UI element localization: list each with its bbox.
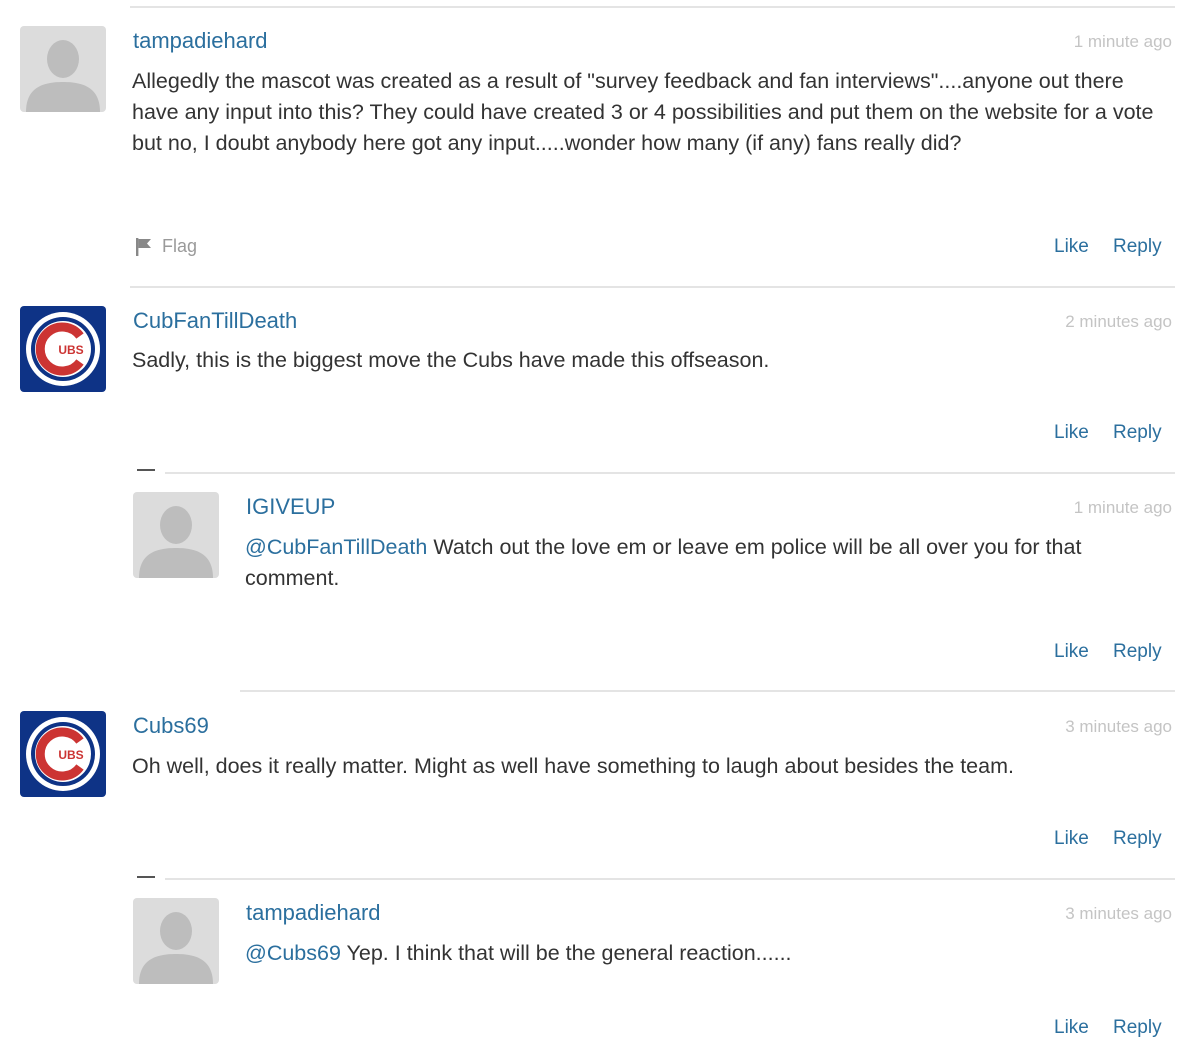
collapse-thread-button[interactable] xyxy=(137,469,155,471)
comment-username[interactable]: tampadiehard xyxy=(246,900,381,926)
comment-text: Oh well, does it really matter. Might as… xyxy=(132,754,1014,778)
comment-text: @Cubs69 Yep. I think that will be the ge… xyxy=(245,938,1160,969)
cubs-logo-icon: UBS xyxy=(20,306,106,392)
like-button[interactable]: Like xyxy=(1054,827,1089,851)
user-silhouette-icon xyxy=(133,492,219,578)
reply-button[interactable]: Reply xyxy=(1113,421,1162,445)
comment-text: Sadly, this is the biggest move the Cubs… xyxy=(132,348,770,372)
reply-button[interactable]: Reply xyxy=(1113,640,1162,664)
default-avatar[interactable] xyxy=(20,26,106,112)
comment-timestamp: 2 minutes ago xyxy=(1065,312,1172,331)
svg-text:UBS: UBS xyxy=(58,343,83,357)
comment-divider xyxy=(130,286,1175,288)
cubs-logo-icon: UBS xyxy=(20,711,106,797)
svg-text:UBS: UBS xyxy=(58,748,83,762)
mention-link[interactable]: @Cubs69 xyxy=(245,941,341,965)
comment-timestamp: 1 minute ago xyxy=(1073,498,1172,517)
comment-timestamp: 1 minute ago xyxy=(1073,32,1172,51)
default-avatar[interactable] xyxy=(133,492,219,578)
user-silhouette-icon xyxy=(133,898,219,984)
comment-text: Allegedly the mascot was created as a re… xyxy=(132,69,1154,155)
comment-divider xyxy=(165,878,1175,880)
reply-button[interactable]: Reply xyxy=(1113,827,1162,851)
comment-username[interactable]: CubFanTillDeath xyxy=(133,308,297,334)
cubs-avatar[interactable]: UBS xyxy=(20,711,106,797)
comment-username[interactable]: tampadiehard xyxy=(133,28,268,54)
comment-username[interactable]: Cubs69 xyxy=(133,713,209,739)
collapse-thread-button[interactable] xyxy=(137,876,155,878)
user-silhouette-icon xyxy=(20,26,106,112)
default-avatar[interactable] xyxy=(133,898,219,984)
comment-timestamp: 3 minutes ago xyxy=(1065,904,1172,923)
flag-label: Flag xyxy=(162,236,198,256)
reply-button[interactable]: Reply xyxy=(1113,1016,1162,1040)
comment-timestamp: 3 minutes ago xyxy=(1065,717,1172,736)
reply-button[interactable]: Reply xyxy=(1113,235,1162,259)
like-button[interactable]: Like xyxy=(1054,1016,1089,1040)
like-button[interactable]: Like xyxy=(1054,640,1089,664)
comment-divider xyxy=(165,472,1175,474)
like-button[interactable]: Like xyxy=(1054,235,1089,259)
flag-button[interactable]: Flag xyxy=(134,236,197,257)
cubs-avatar[interactable]: UBS xyxy=(20,306,106,392)
comment-divider xyxy=(130,6,1175,8)
comment-username[interactable]: IGIVEUP xyxy=(246,494,335,520)
like-button[interactable]: Like xyxy=(1054,421,1089,445)
comment-divider xyxy=(240,690,1175,692)
mention-link[interactable]: @CubFanTillDeath xyxy=(245,535,427,559)
comment-text: @CubFanTillDeath Watch out the love em o… xyxy=(245,532,1160,594)
comment-text-body: Yep. I think that will be the general re… xyxy=(340,941,792,965)
flag-icon xyxy=(136,237,151,256)
